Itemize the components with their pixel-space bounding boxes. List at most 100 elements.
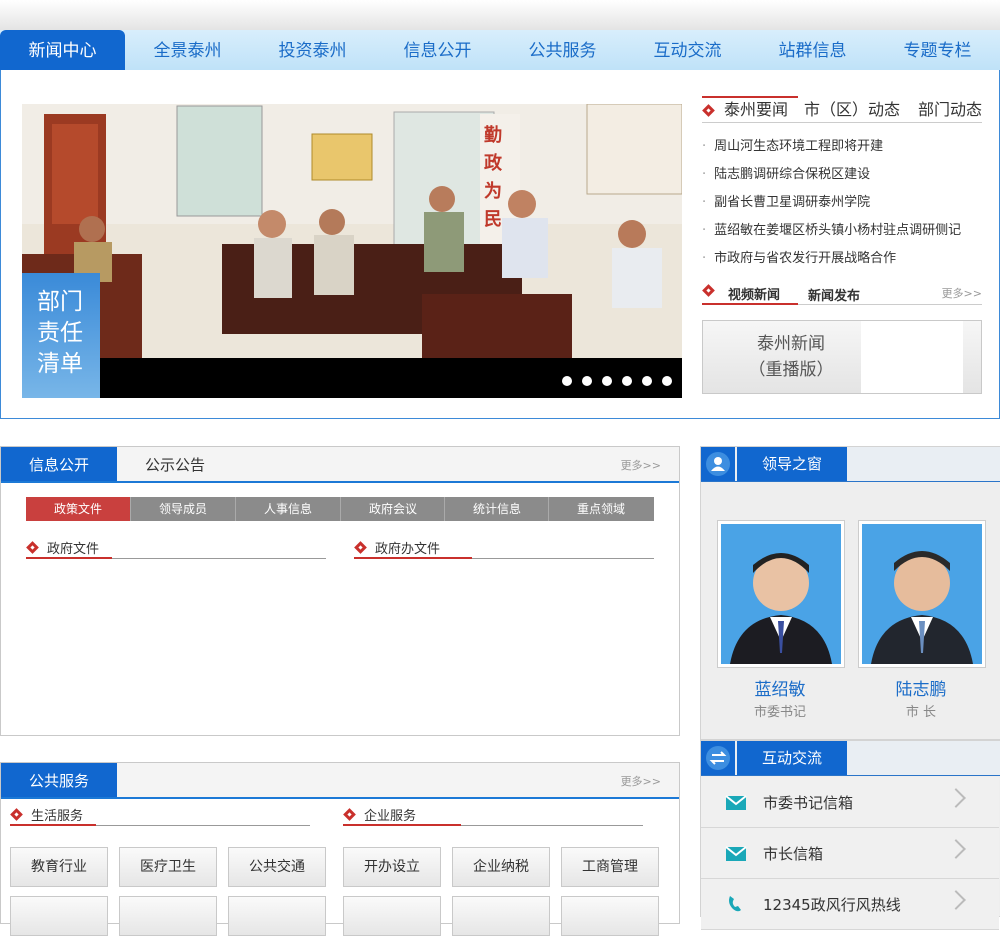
biz-service-title[interactable]: 企业服务 (364, 805, 416, 824)
slider-dot[interactable] (622, 376, 632, 386)
video-card[interactable]: 泰州新闻 （重播版） (702, 320, 982, 394)
subtab-personnel[interactable]: 人事信息 (235, 497, 340, 521)
info-more-link[interactable]: 更多>> (621, 457, 661, 473)
interact-item-hotline[interactable]: 12345政风行风热线 (701, 879, 999, 930)
tab-public-service[interactable]: 公共服务 (1, 763, 117, 797)
interact-panel: 互动交流 市委书记信箱 市长信箱 12345政风行风热线 (700, 740, 1000, 930)
badge-line-2: 责任 (37, 320, 83, 346)
life-service-title[interactable]: 生活服务 (31, 805, 83, 824)
tab-info-disclosure[interactable]: 信息公开 (1, 447, 117, 481)
section-underline (10, 824, 96, 826)
section-life-service: 生活服务 (10, 805, 310, 826)
service-button-education[interactable]: 教育行业 (10, 847, 108, 887)
video-card-title: 泰州新闻 (757, 334, 825, 354)
service-button-medical[interactable]: 医疗卫生 (119, 847, 217, 887)
slogan-text: 勤政为民 (484, 125, 502, 230)
service-button-tax[interactable]: 企业纳税 (452, 847, 550, 887)
nav-tab-panorama[interactable]: 全景泰州 (125, 30, 250, 70)
leaders-title: 领导之窗 (737, 447, 847, 481)
news-item[interactable]: 陆志鹏调研综合保税区建设 (702, 164, 992, 192)
service-button-more[interactable] (561, 896, 659, 936)
info-panel: 信息公开 公示公告 更多>> (0, 446, 680, 736)
news-item[interactable]: 蓝绍敏在姜堰区桥头镇小杨村驻点调研侧记 (702, 220, 992, 248)
video-tabs: 视频新闻 新闻发布 更多>> (702, 282, 982, 305)
interact-item-label: 市长信箱 (763, 845, 824, 863)
video-card-subtitle: （重播版） (748, 360, 834, 380)
subtab-statistics[interactable]: 统计信息 (444, 497, 549, 521)
dept-responsibility-badge[interactable]: 部门 责任 清单 (22, 273, 100, 398)
subtab-key-areas[interactable]: 重点领域 (548, 497, 653, 521)
diamond-icon (343, 808, 356, 823)
leader-role-1: 市委书记 (753, 705, 806, 720)
exchange-icon (701, 741, 735, 775)
nav-tab-service[interactable]: 公共服务 (500, 30, 625, 70)
slogan-banner: 勤政为民 (484, 122, 508, 234)
service-button-more[interactable] (228, 896, 326, 936)
leader-photo-2[interactable] (858, 520, 986, 668)
service-button-more[interactable] (10, 896, 108, 936)
subtab-leaders[interactable]: 领导成员 (130, 497, 235, 521)
news-photo-slider[interactable]: 勤政为民 部门 责任 清单 (22, 104, 682, 398)
tab-dept-news[interactable]: 部门动态 (918, 96, 982, 120)
section-gov-docs-title[interactable]: 政府文件 (47, 538, 99, 557)
service-button-commerce[interactable]: 工商管理 (561, 847, 659, 887)
diamond-icon (354, 541, 367, 556)
subtab-meetings[interactable]: 政府会议 (340, 497, 445, 521)
news-tabs: 泰州要闻 市（区）动态 部门动态 (702, 96, 982, 123)
slider-dot[interactable] (642, 376, 652, 386)
nav-tab-invest[interactable]: 投资泰州 (250, 30, 375, 70)
leader-photo-1[interactable] (717, 520, 845, 668)
service-more-link[interactable]: 更多>> (621, 773, 661, 789)
section-underline (343, 824, 461, 826)
news-item[interactable]: 副省长曹卫星调研泰州学院 (702, 192, 992, 220)
video-more-link[interactable]: 更多>> (942, 285, 982, 301)
slider-dots (552, 371, 672, 390)
leader-name-2[interactable]: 陆志鹏 (858, 675, 984, 700)
slider-dot[interactable] (562, 376, 572, 386)
service-button-business-setup[interactable]: 开办设立 (343, 847, 441, 887)
news-item[interactable]: 周山河生态环境工程即将开建 (702, 136, 992, 164)
tab-press-release[interactable]: 新闻发布 (808, 285, 860, 304)
interact-item-mayor-mailbox[interactable]: 市长信箱 (701, 828, 999, 879)
mail-icon (725, 846, 747, 866)
slider-dot[interactable] (602, 376, 612, 386)
subtab-policy[interactable]: 政策文件 (26, 497, 130, 521)
section-underline (26, 557, 112, 559)
phone-icon (727, 895, 743, 917)
interact-title: 互动交流 (737, 741, 847, 775)
service-button-transport[interactable]: 公共交通 (228, 847, 326, 887)
interact-item-label: 12345政风行风热线 (763, 896, 901, 914)
interact-item-secretary-mailbox[interactable]: 市委书记信箱 (701, 777, 999, 828)
user-icon (701, 447, 735, 481)
nav-tab-news[interactable]: 新闻中心 (0, 30, 125, 70)
nav-tab-topics[interactable]: 专题专栏 (875, 30, 1000, 70)
tab-taizhou-news[interactable]: 泰州要闻 (724, 96, 788, 120)
tab-video-news[interactable]: 视频新闻 (728, 284, 780, 303)
service-button-more[interactable] (119, 896, 217, 936)
service-panel-header: 公共服务 更多>> (1, 763, 679, 799)
news-photo (22, 104, 682, 398)
diamond-icon (10, 808, 23, 823)
slider-dot[interactable] (662, 376, 672, 386)
nav-tab-sites[interactable]: 站群信息 (750, 30, 875, 70)
tab-public-notice[interactable]: 公示公告 (117, 447, 233, 481)
info-subtabs: 政策文件 领导成员 人事信息 政府会议 统计信息 重点领域 (26, 497, 654, 521)
service-button-more[interactable] (343, 896, 441, 936)
leader-role-2: 市 长 (905, 705, 937, 720)
tab-city-news[interactable]: 市（区）动态 (804, 96, 900, 120)
diamond-icon (702, 284, 715, 299)
section-gov-office-docs-title[interactable]: 政府办文件 (375, 538, 440, 557)
chevron-right-icon (946, 890, 966, 910)
info-panel-header: 信息公开 公示公告 更多>> (1, 447, 679, 483)
nav-tab-interact[interactable]: 互动交流 (625, 30, 750, 70)
service-button-more[interactable] (452, 896, 550, 936)
news-item[interactable]: 市政府与省农发行开展战略合作 (702, 248, 992, 276)
nav-tab-info[interactable]: 信息公开 (375, 30, 500, 70)
chevron-right-icon (946, 839, 966, 859)
mail-icon (725, 795, 747, 815)
slider-dot[interactable] (582, 376, 592, 386)
leader-name-1[interactable]: 蓝绍敏 (717, 675, 843, 700)
badge-line-1: 部门 (37, 289, 83, 315)
interact-item-label: 市委书记信箱 (763, 794, 854, 812)
interact-header: 互动交流 (701, 741, 1000, 776)
